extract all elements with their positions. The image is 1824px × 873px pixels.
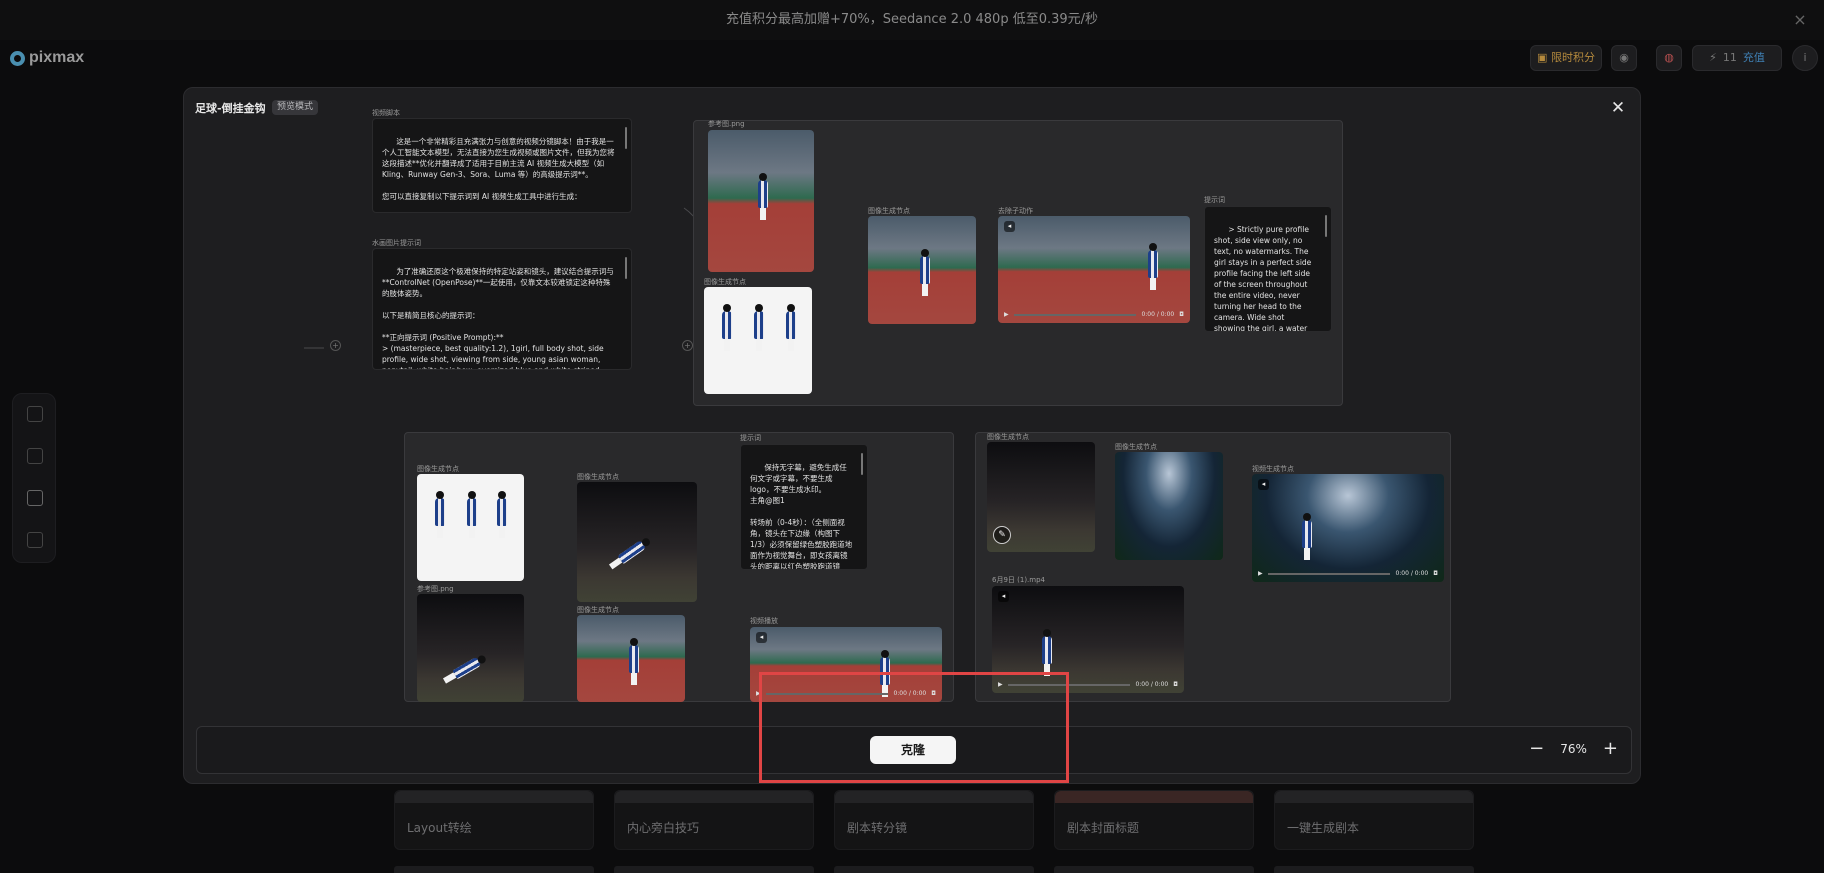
camera-icon[interactable]: ◘ xyxy=(1179,311,1184,318)
image-gen-5-node[interactable] xyxy=(577,615,685,702)
zoom-level: 76% xyxy=(1560,742,1587,756)
announcement-bar: 充值积分最高加赠+70%，Seedance 2.0 480p 低至0.39元/秒 xyxy=(0,0,1824,40)
speaker-icon[interactable]: ◂ xyxy=(1004,221,1015,232)
prompt-1-text: > Strictly pure profile shot, side view … xyxy=(1214,225,1312,332)
image-gen-7-node[interactable] xyxy=(1115,452,1223,560)
logo-text: pixmax xyxy=(29,49,85,66)
video-2-label: 视频播放 xyxy=(750,617,778,625)
preview-mode-badge: 预览模式 xyxy=(272,100,318,115)
bg-card-script[interactable]: 一键生成剧本 xyxy=(1274,790,1474,850)
gift-icon: ▣ xyxy=(1537,51,1548,64)
speaker-icon[interactable]: ◂ xyxy=(756,632,767,643)
zoom-controls: − 76% + xyxy=(1529,740,1618,758)
image-edit-icon[interactable]: ✎ xyxy=(993,526,1011,544)
bg-card-strip xyxy=(614,866,814,873)
bg-card-strip xyxy=(1274,866,1474,873)
app-logo[interactable]: pixmax xyxy=(10,48,84,68)
scrollbar[interactable] xyxy=(625,127,627,149)
bg-card-storyboard[interactable]: 剧本转分镜 xyxy=(834,790,1034,850)
image-gen-1-label: 图像生成节点 xyxy=(704,278,746,286)
image-prompt-text: 为了准确还原这个极难保持的特定站姿和镜头，建议结合提示词与**ControlNe… xyxy=(382,267,614,369)
image-gen-2-label: 图像生成节点 xyxy=(868,207,910,215)
video-script-text: 这是一个非常精彩且充满张力与创意的视频分镜脚本！由于我是一个人工智能文本模型，无… xyxy=(382,137,615,201)
bg-card-layout[interactable]: Layout转绘 xyxy=(394,790,594,850)
energy-button[interactable]: ⚡ 11 充值 xyxy=(1692,45,1782,71)
energy-count: 11 xyxy=(1722,51,1737,64)
video-3-label: 视频生成节点 xyxy=(1252,465,1294,473)
image-gen-5-label: 图像生成节点 xyxy=(577,606,619,614)
zoom-out-button[interactable]: − xyxy=(1529,740,1544,758)
image-gen-2-node[interactable] xyxy=(868,216,976,324)
video-script-node[interactable]: 这是一个非常精彩且充满张力与创意的视频分镜脚本！由于我是一个人工智能文本模型，无… xyxy=(372,118,632,213)
image-edit-icon[interactable] xyxy=(27,490,43,506)
image-gen-3-label: 图像生成节点 xyxy=(417,465,459,473)
image-prompt-node[interactable]: 为了准确还原这个极难保持的特定站姿和镜头，建议结合提示词与**ControlNe… xyxy=(372,248,632,370)
video-4-label: 6月9日 (1).mp4 xyxy=(992,576,1045,584)
ref-image-2-label: 参考图.png xyxy=(417,585,454,593)
prompt-2-label: 提示词 xyxy=(740,434,761,442)
image-gen-4-node[interactable] xyxy=(577,482,697,602)
bg-card-strip xyxy=(394,866,594,873)
bg-card-cover[interactable]: 剧本封面标题 xyxy=(1054,790,1254,850)
video-time: 0:00 / 0:00 xyxy=(1141,311,1175,318)
speaker-icon[interactable]: ◂ xyxy=(1258,479,1269,490)
logo-mark-icon xyxy=(10,50,25,66)
scrollbar[interactable] xyxy=(625,257,627,279)
video-script-label: 视频脚本 xyxy=(372,109,400,117)
image-gen-6-node[interactable]: ✎ xyxy=(987,442,1095,552)
left-tool-rail xyxy=(12,393,56,563)
video-3-node[interactable]: ◂ ▶ 0:00 / 0:00 ◘ xyxy=(1252,474,1444,582)
camera-icon[interactable]: ◘ xyxy=(1433,570,1438,577)
prompt-1-label: 提示词 xyxy=(1204,196,1225,204)
prompt-2-node[interactable]: 保持无字幕，避免生成任何文字或字幕，不要生成 logo，不要生成水印。 主角@图… xyxy=(740,444,868,570)
speaker-icon[interactable]: ◂ xyxy=(998,591,1009,602)
video-1-node[interactable]: ◂ ▶ 0:00 / 0:00 ◘ xyxy=(998,216,1190,323)
avatar[interactable]: i xyxy=(1792,45,1818,71)
prompt-2-text: 保持无字幕，避免生成任何文字或字幕，不要生成 logo，不要生成水印。 主角@图… xyxy=(750,463,853,570)
image-gen-7-label: 图像生成节点 xyxy=(1115,443,1157,451)
image-gen-4-label: 图像生成节点 xyxy=(577,473,619,481)
ref-image-1-label: 参考图.png xyxy=(708,120,745,128)
bell-icon: ◍ xyxy=(1664,51,1674,64)
ref-image-1-node[interactable] xyxy=(708,130,814,272)
image-gen-6-label: 图像生成节点 xyxy=(987,433,1029,441)
scrollbar[interactable] xyxy=(1325,215,1327,237)
folder-icon[interactable] xyxy=(27,448,43,464)
bg-card-strip xyxy=(1054,866,1254,873)
image-gen-3-node[interactable] xyxy=(417,474,524,581)
node-add-handle[interactable]: + xyxy=(330,340,341,351)
ref-image-2-node[interactable] xyxy=(417,594,524,702)
scrollbar[interactable] xyxy=(861,453,863,475)
notification-button[interactable]: ◍ xyxy=(1656,45,1682,71)
video-time: 0:00 / 0:00 xyxy=(1395,570,1429,577)
camera-icon[interactable]: ◘ xyxy=(1173,681,1178,688)
video-controls[interactable]: ▶ 0:00 / 0:00 ◘ xyxy=(1004,310,1184,319)
points-button[interactable]: ▣ 限时积分 xyxy=(1530,45,1602,71)
bg-card-strip xyxy=(834,866,1034,873)
node-add-handle[interactable]: + xyxy=(682,340,693,351)
image-gen-1-node[interactable] xyxy=(704,287,812,394)
recharge-link[interactable]: 充值 xyxy=(1743,46,1765,70)
points-label: 限时积分 xyxy=(1550,51,1595,64)
community-button[interactable]: ◉ xyxy=(1611,45,1637,71)
zoom-in-button[interactable]: + xyxy=(1603,740,1618,758)
highlight-box xyxy=(759,672,1069,783)
video-controls[interactable]: ▶ 0:00 / 0:00 ◘ xyxy=(1258,569,1438,578)
announcement-close-button[interactable]: × xyxy=(1790,10,1810,30)
modal-close-button[interactable]: ✕ xyxy=(1608,98,1628,118)
video-1-label: 去除子动作 xyxy=(998,207,1033,215)
modal-title: 足球-倒挂金钩 xyxy=(195,102,266,115)
image-prompt-label: 水画图片提示词 xyxy=(372,239,421,247)
lightning-icon: ⚡ xyxy=(1709,51,1717,64)
chat-icon: ◉ xyxy=(1619,51,1629,64)
announcement-text: 充值积分最高加赠+70%，Seedance 2.0 480p 低至0.39元/秒 xyxy=(725,12,1099,27)
layers-icon[interactable] xyxy=(27,532,43,548)
bg-card-monologue[interactable]: 内心旁白技巧 xyxy=(614,790,814,850)
video-time: 0:00 / 0:00 xyxy=(1135,681,1169,688)
play-icon[interactable]: ▶ xyxy=(1258,570,1263,577)
prompt-1-node[interactable]: > Strictly pure profile shot, side view … xyxy=(1204,206,1332,332)
play-icon[interactable]: ▶ xyxy=(1004,311,1009,318)
calendar-icon[interactable] xyxy=(27,406,43,422)
